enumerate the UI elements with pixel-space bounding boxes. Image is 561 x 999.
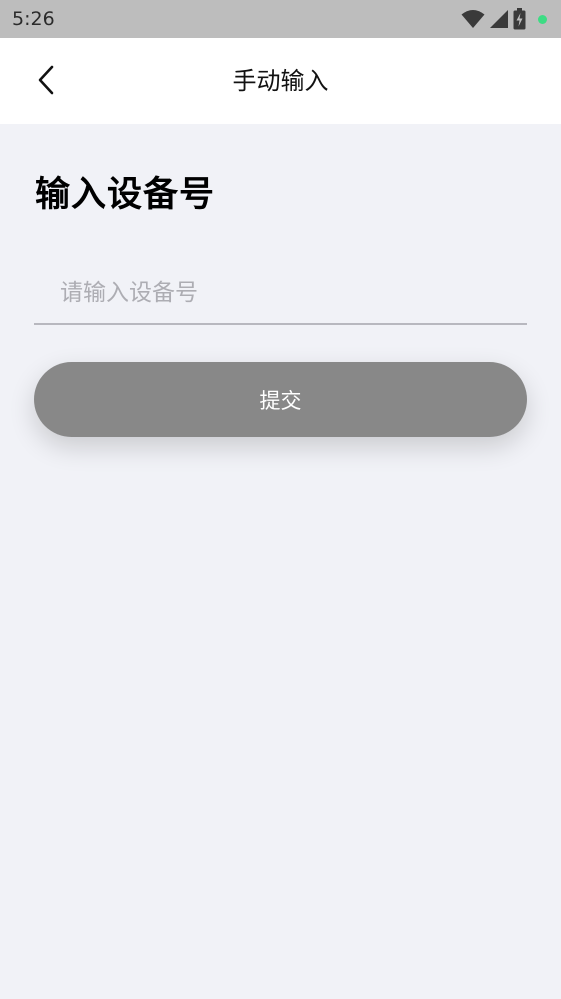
device-number-input[interactable]	[34, 262, 527, 323]
battery-icon	[513, 8, 526, 30]
page-title: 手动输入	[232, 67, 329, 95]
status-bar: 5:26	[0, 0, 561, 38]
submit-button[interactable]: 提交	[34, 362, 527, 437]
chevron-left-icon	[38, 65, 54, 95]
wifi-icon	[461, 9, 485, 29]
status-time: 5:26	[12, 8, 55, 30]
main-content: 输入设备号 提交	[0, 124, 561, 999]
notification-dot-icon	[538, 14, 547, 24]
signal-icon	[489, 9, 509, 29]
back-button[interactable]	[26, 60, 66, 100]
status-icons	[461, 8, 547, 30]
device-input-wrapper	[34, 262, 527, 325]
nav-bar: 手动输入	[0, 38, 561, 124]
section-heading: 输入设备号	[35, 175, 216, 215]
